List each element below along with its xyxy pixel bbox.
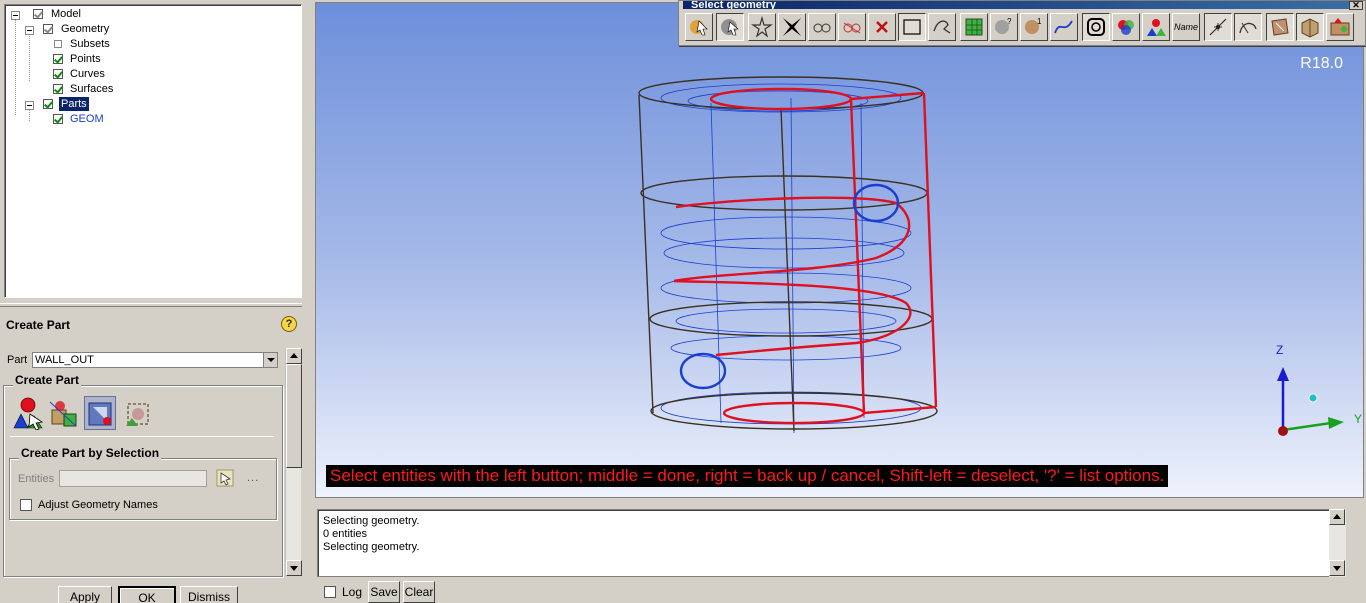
axis-triad: [1277, 367, 1344, 436]
select-surface-icon[interactable]: [960, 13, 988, 41]
selected-part-outline: [673, 87, 938, 425]
select-geometry-toolbar: Select geometry ✕ ? 1 Name: [678, 0, 1366, 46]
tree-label: Geometry: [61, 23, 110, 35]
message-line: Selecting geometry.: [323, 515, 420, 527]
select-parts-icon[interactable]: [1112, 13, 1140, 41]
model-tree[interactable]: Model Geometry Subsets Points Curves Sur…: [4, 4, 302, 298]
expander-model[interactable]: [11, 11, 20, 20]
select-items-icon[interactable]: [685, 13, 713, 41]
help-icon[interactable]: ?: [281, 316, 297, 332]
tree-label: Surfaces: [70, 83, 114, 95]
select-curve-icon[interactable]: [1050, 13, 1078, 41]
scroll-down-button[interactable]: [1329, 560, 1345, 576]
select-cursor-icon[interactable]: [215, 468, 235, 488]
expander-parts[interactable]: [25, 101, 34, 110]
select-by-part-icon[interactable]: [1142, 13, 1170, 41]
part-label: Part: [7, 354, 28, 366]
select-geometry-title[interactable]: Select geometry: [683, 1, 1359, 9]
checkbox[interactable]: [53, 114, 63, 124]
select-density-icon[interactable]: [1326, 13, 1354, 41]
select-surfaces-icon[interactable]: [1266, 13, 1294, 41]
divider: [10, 436, 274, 437]
axis-z-label: Z: [1276, 343, 1284, 357]
cancel-selection-icon[interactable]: [868, 13, 896, 41]
checkbox[interactable]: [33, 9, 43, 19]
axis-y-label: Y: [1354, 412, 1363, 426]
tree-line: [29, 109, 30, 121]
checkbox[interactable]: [43, 99, 53, 109]
polygon-select-icon[interactable]: [928, 13, 956, 41]
tree-label: Points: [70, 53, 101, 65]
star-select-icon[interactable]: [748, 13, 776, 41]
message-line: Selecting geometry.: [323, 541, 420, 553]
entities-more-button[interactable]: ...: [247, 472, 259, 484]
entities-label: Entities: [18, 473, 55, 485]
select-loop-icon[interactable]: [1082, 13, 1110, 41]
close-button[interactable]: ✕: [1349, 1, 1363, 10]
selection-hint: Select entities with the left button; mi…: [326, 465, 1169, 487]
panel-scrollbar[interactable]: [285, 348, 302, 576]
scroll-up-button[interactable]: [1329, 509, 1345, 525]
tree-line: [15, 19, 16, 115]
checkbox[interactable]: [53, 69, 63, 79]
select-visible-icon[interactable]: [778, 13, 806, 41]
scroll-down-button[interactable]: [286, 560, 302, 576]
adjust-geometry-names-checkbox[interactable]: [20, 499, 32, 511]
ok-button[interactable]: OK: [118, 586, 176, 603]
box-select-icon[interactable]: [898, 13, 926, 41]
scroll-thumb[interactable]: [286, 364, 302, 468]
select-all-icon[interactable]: [716, 13, 744, 41]
create-part-by-body-icon[interactable]: [48, 396, 80, 430]
toggle-visible-icon[interactable]: [808, 13, 836, 41]
geometry-view[interactable]: [316, 3, 1364, 498]
create-part-by-entity-icon[interactable]: [84, 396, 116, 430]
adjust-geometry-names-label: Adjust Geometry Names: [38, 499, 158, 511]
select-points-icon[interactable]: [1204, 13, 1232, 41]
message-line: 0 entities: [323, 528, 368, 540]
create-part-group-title: Create Part: [13, 373, 82, 387]
create-part-by-selection-icon[interactable]: [12, 396, 44, 431]
chevron-down-icon[interactable]: [263, 353, 277, 367]
panel-title: Create Part: [6, 318, 71, 332]
tree-line: [29, 33, 30, 81]
log-label: Log: [342, 585, 363, 599]
checkbox[interactable]: [54, 40, 62, 48]
entities-input[interactable]: [59, 470, 207, 487]
apply-button[interactable]: Apply: [58, 586, 112, 603]
message-scrollbar[interactable]: [1329, 509, 1346, 577]
tree-label: Subsets: [70, 38, 110, 50]
tree-label: Model: [51, 8, 81, 20]
save-log-button[interactable]: Save: [368, 581, 400, 603]
tree-label: Parts: [59, 97, 89, 111]
checkbox[interactable]: [53, 84, 63, 94]
svg-text:?: ?: [1007, 17, 1012, 26]
select-curves-icon[interactable]: [1234, 13, 1262, 41]
dismiss-button[interactable]: Dismiss: [180, 586, 238, 603]
select-by-name-button[interactable]: Name: [1172, 13, 1200, 41]
log-checkbox[interactable]: [324, 586, 336, 598]
checkbox[interactable]: [53, 54, 63, 64]
scroll-up-button[interactable]: [286, 348, 302, 364]
select-bodies-icon[interactable]: [1296, 13, 1324, 41]
select-by-type-icon[interactable]: ?: [990, 13, 1018, 41]
select-by-family-icon[interactable]: 1: [1020, 13, 1048, 41]
svg-text:1: 1: [1037, 17, 1042, 26]
left-panel: Model Geometry Subsets Points Curves Sur…: [0, 0, 310, 603]
surface-curves: [660, 83, 922, 434]
expander-geometry[interactable]: [25, 26, 34, 35]
tree-label: GEOM: [70, 113, 104, 125]
toggle-hidden-icon[interactable]: [838, 13, 866, 41]
message-console[interactable]: Selecting geometry. 0 entities Selecting…: [317, 509, 1345, 577]
selection-group-title: Create Part by Selection: [19, 446, 162, 460]
clear-log-button[interactable]: Clear: [403, 581, 435, 603]
checkbox[interactable]: [43, 24, 53, 34]
panel-splitter[interactable]: [0, 303, 302, 307]
part-select-value: WALL_OUT: [35, 354, 94, 366]
create-part-by-region-icon[interactable]: [122, 396, 154, 430]
tree-label: Curves: [70, 68, 105, 80]
graphics-viewport[interactable]: R18.0 Z Y Select entities with the left …: [315, 2, 1364, 498]
part-select[interactable]: WALL_OUT: [32, 352, 278, 368]
